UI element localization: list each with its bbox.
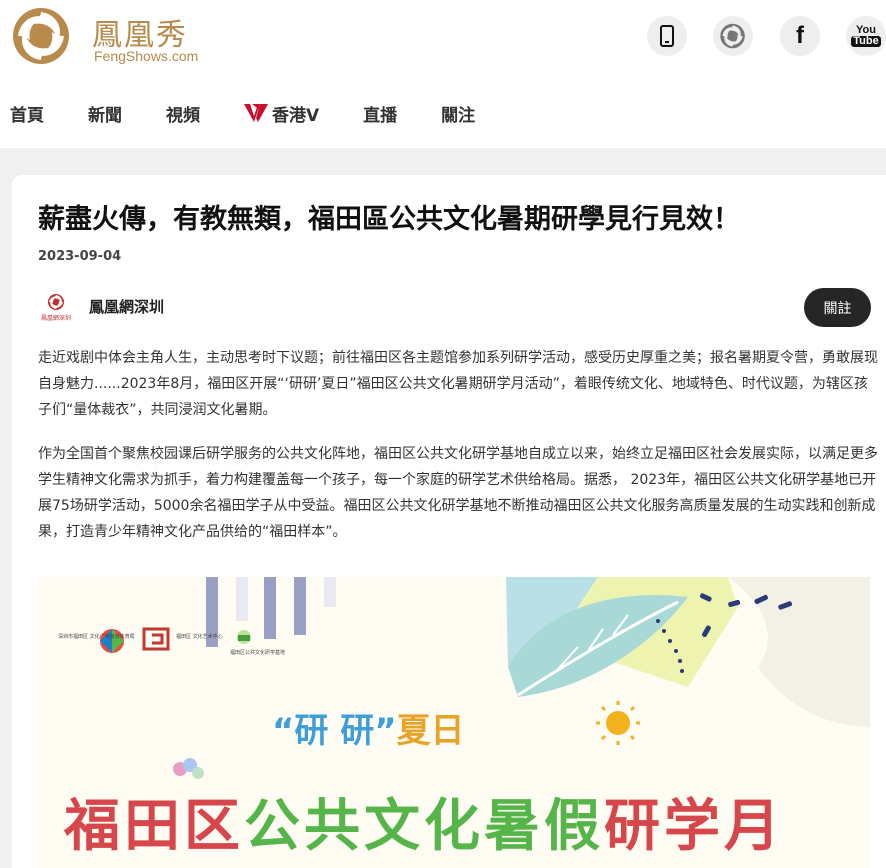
hkv-icon: [244, 104, 268, 122]
nav-item-news[interactable]: 新聞: [88, 101, 122, 126]
youtube-button[interactable]: You Tube: [846, 16, 886, 56]
article-card: 薪盡火傳，有教無類，福田區公共文化暑期研學見行見效！ 2023-09-04 鳳凰…: [12, 175, 886, 868]
mobile-icon: [660, 25, 674, 47]
nav-item-home[interactable]: 首頁: [10, 101, 44, 126]
brand-name-en: FengShows.com: [94, 48, 199, 64]
nav-item-live[interactable]: 直播: [363, 101, 397, 126]
partner-label: 福田区 文化艺术中心: [176, 634, 223, 640]
article-title: 薪盡火傳，有教無類，福田區公共文化暑期研學見行見效！: [38, 204, 740, 235]
facebook-button[interactable]: f: [780, 16, 820, 56]
article-paragraph: 走近戏剧中体会主角人生，主动思考时下议题；前往福田区各主题馆参加系列研学活动，感…: [38, 350, 878, 418]
article-hero-image: 深圳市福田区 文化广电旅游体育局 福田区 文化艺术中心 福田区公共文化研学基地 …: [38, 577, 870, 868]
fenghuang-logo-icon: [13, 8, 69, 64]
ifeng-author-icon: [48, 294, 64, 310]
partner-label: 福田区公共文化研学基地: [230, 650, 286, 656]
ifeng-icon: [720, 23, 745, 49]
article-paragraph: 作为全国首个聚焦校园课后研学服务的公共文化阵地，福田区公共文化研学基地自成立以来…: [38, 446, 878, 540]
author-avatar[interactable]: 鳳凰網深圳: [38, 293, 74, 323]
nav-item-hongkong-v[interactable]: 香港V: [244, 101, 319, 126]
youtube-icon: You Tube: [851, 24, 881, 47]
partner-label: 深圳市福田区 文化广电旅游体育局: [58, 634, 135, 640]
article-date: 2023-09-04: [38, 249, 122, 264]
mobile-app-button[interactable]: [647, 16, 687, 56]
follow-button[interactable]: 關註: [804, 288, 871, 327]
hero-headline-1: “研 研”夏日: [272, 711, 465, 751]
nav-item-follow[interactable]: 關注: [441, 101, 475, 126]
author-logo-caption: 鳳凰網深圳: [40, 315, 71, 322]
ifeng-button[interactable]: [713, 16, 753, 56]
author-name[interactable]: 鳳凰網深圳: [89, 296, 164, 317]
nav-item-video[interactable]: 視頻: [166, 101, 200, 126]
facebook-icon: f: [796, 22, 804, 49]
site-header: 鳳凰秀 FengShows.com f You Tube 首頁 新聞 視頻 香港…: [0, 0, 886, 148]
site-logo[interactable]: 鳳凰秀 FengShows.com: [10, 6, 210, 66]
main-nav: 首頁 新聞 視頻 香港V 直播 關注: [10, 98, 519, 128]
hero-headline-2: 福田区公共文化暑假研学月: [64, 794, 784, 859]
